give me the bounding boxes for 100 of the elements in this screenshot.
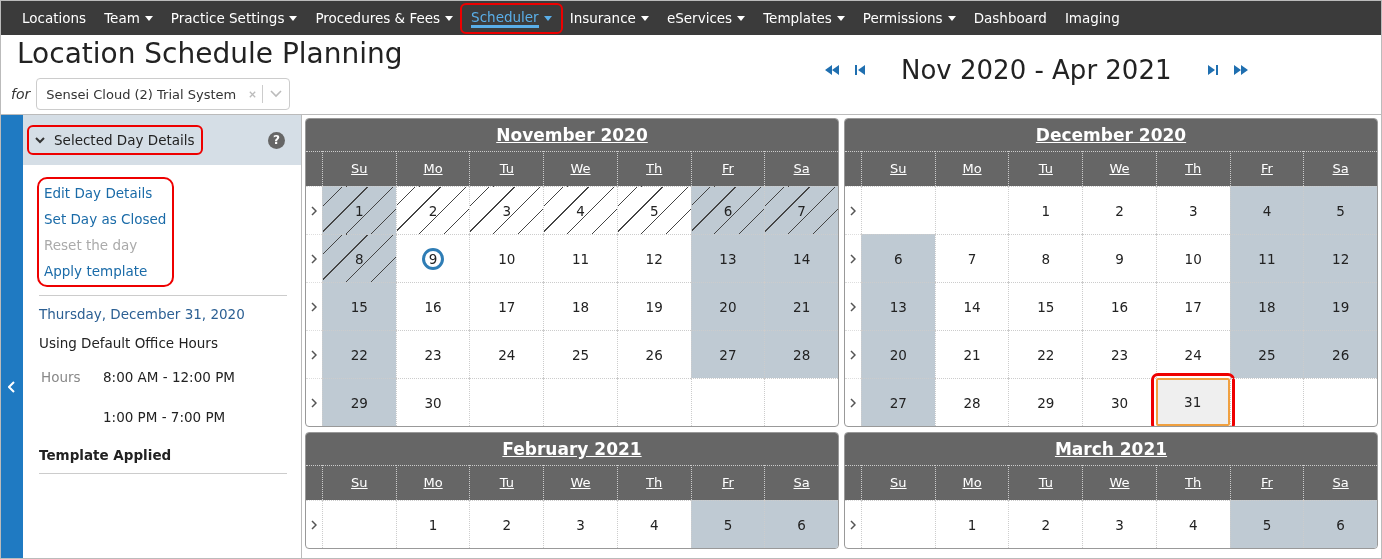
- day-cell[interactable]: 22: [322, 330, 396, 378]
- day-cell[interactable]: 30: [395, 378, 470, 426]
- day-cell[interactable]: 16: [1082, 282, 1156, 330]
- day-cell[interactable]: 5: [1229, 500, 1304, 548]
- day-cell[interactable]: 19: [616, 282, 691, 330]
- day-cell[interactable]: 6: [1303, 500, 1377, 548]
- day-cell[interactable]: 14: [764, 234, 838, 282]
- nav-menu-item[interactable]: Dashboard: [964, 6, 1056, 30]
- weekday-header[interactable]: Th: [1155, 151, 1230, 186]
- chevron-right-icon[interactable]: [311, 253, 317, 264]
- day-cell[interactable]: 3: [469, 186, 544, 234]
- weekday-header[interactable]: Su: [322, 465, 396, 500]
- day-cell[interactable]: 1: [1008, 186, 1083, 234]
- nav-menu-item[interactable]: Templates: [754, 6, 854, 30]
- nav-menu-item[interactable]: Imaging: [1055, 6, 1129, 30]
- weekday-header[interactable]: Mo: [934, 151, 1009, 186]
- day-cell[interactable]: 5: [616, 186, 691, 234]
- weekday-header[interactable]: Fr: [690, 465, 765, 500]
- nav-menu-item[interactable]: Team: [95, 6, 162, 30]
- nav-menu-item[interactable]: Permissions: [853, 6, 965, 30]
- day-cell[interactable]: 13: [861, 282, 935, 330]
- day-cell[interactable]: 21: [934, 330, 1009, 378]
- day-cell[interactable]: 16: [395, 282, 470, 330]
- weekday-header[interactable]: Fr: [1229, 151, 1304, 186]
- day-cell[interactable]: 29: [1008, 378, 1083, 426]
- weekday-header[interactable]: Th: [616, 465, 691, 500]
- section-toggle[interactable]: Selected Day Details: [29, 127, 201, 153]
- double-left-icon[interactable]: [825, 65, 839, 75]
- day-cell[interactable]: 1: [322, 186, 396, 234]
- weekday-header[interactable]: Fr: [690, 151, 765, 186]
- step-right-icon[interactable]: [1207, 65, 1218, 75]
- day-cell[interactable]: 6: [690, 186, 765, 234]
- help-icon[interactable]: ?: [268, 131, 285, 149]
- day-cell[interactable]: 6: [861, 234, 935, 282]
- weekday-header[interactable]: Tu: [1008, 151, 1083, 186]
- day-cell[interactable]: 8: [1008, 234, 1083, 282]
- day-cell[interactable]: 2: [395, 186, 470, 234]
- day-cell[interactable]: 9: [1082, 234, 1156, 282]
- weekday-header[interactable]: We: [1082, 465, 1156, 500]
- day-cell[interactable]: 18: [1229, 282, 1304, 330]
- chevron-right-icon[interactable]: [311, 349, 317, 360]
- weekday-header[interactable]: We: [1082, 151, 1156, 186]
- day-cell[interactable]: 2: [1008, 500, 1083, 548]
- day-cell[interactable]: 10: [1155, 234, 1230, 282]
- day-cell[interactable]: 17: [469, 282, 544, 330]
- day-cell[interactable]: 18: [543, 282, 617, 330]
- day-cell[interactable]: 20: [690, 282, 765, 330]
- chevron-right-icon[interactable]: [311, 519, 317, 530]
- day-cell[interactable]: 15: [322, 282, 396, 330]
- day-cell[interactable]: 3: [1155, 186, 1230, 234]
- day-cell[interactable]: 7: [934, 234, 1009, 282]
- double-right-icon[interactable]: [1233, 65, 1248, 75]
- day-cell[interactable]: 11: [1229, 234, 1304, 282]
- step-left-icon[interactable]: [855, 65, 865, 75]
- day-cell[interactable]: 24: [469, 330, 544, 378]
- nav-menu-item[interactable]: Insurance: [560, 6, 658, 30]
- day-cell[interactable]: 17: [1155, 282, 1230, 330]
- nav-menu-item[interactable]: eServices: [657, 6, 755, 30]
- day-cell[interactable]: 15: [1008, 282, 1083, 330]
- action-link[interactable]: Apply template: [44, 263, 167, 279]
- day-cell[interactable]: 2: [469, 500, 544, 548]
- weekday-header[interactable]: Mo: [395, 151, 470, 186]
- weekday-header[interactable]: We: [543, 151, 617, 186]
- weekday-header[interactable]: Mo: [395, 465, 470, 500]
- chevron-right-icon[interactable]: [850, 253, 856, 264]
- day-cell[interactable]: 19: [1303, 282, 1377, 330]
- day-cell[interactable]: 7: [764, 186, 838, 234]
- chevron-right-icon[interactable]: [850, 397, 856, 408]
- day-cell[interactable]: 4: [1229, 186, 1304, 234]
- day-cell[interactable]: 26: [1303, 330, 1377, 378]
- weekday-header[interactable]: Sa: [1303, 465, 1377, 500]
- day-cell[interactable]: 6: [764, 500, 838, 548]
- day-cell[interactable]: 10: [469, 234, 544, 282]
- day-cell[interactable]: 4: [1155, 500, 1230, 548]
- action-link[interactable]: Set Day as Closed: [44, 211, 167, 227]
- day-cell[interactable]: 26: [616, 330, 691, 378]
- weekday-header[interactable]: Su: [861, 151, 935, 186]
- day-cell[interactable]: 9: [395, 234, 470, 282]
- day-cell[interactable]: 27: [690, 330, 765, 378]
- day-cell[interactable]: 11: [543, 234, 617, 282]
- day-cell[interactable]: 2: [1082, 186, 1156, 234]
- month-title[interactable]: March 2021: [845, 433, 1377, 465]
- weekday-header[interactable]: Tu: [1008, 465, 1083, 500]
- day-cell[interactable]: 27: [861, 378, 935, 426]
- nav-menu-item[interactable]: Practice Settings: [161, 6, 307, 30]
- month-title[interactable]: December 2020: [845, 119, 1377, 151]
- weekday-header[interactable]: Su: [861, 465, 935, 500]
- nav-menu-item[interactable]: Procedures & Fees: [306, 6, 463, 30]
- day-cell[interactable]: 5: [690, 500, 765, 548]
- weekday-header[interactable]: Mo: [934, 465, 1009, 500]
- day-cell[interactable]: 25: [1229, 330, 1304, 378]
- day-cell[interactable]: 1: [934, 500, 1009, 548]
- weekday-header[interactable]: Th: [616, 151, 691, 186]
- chevron-right-icon[interactable]: [311, 301, 317, 312]
- month-title[interactable]: February 2021: [306, 433, 838, 465]
- day-cell[interactable]: 8: [322, 234, 396, 282]
- day-cell[interactable]: 12: [616, 234, 691, 282]
- day-cell[interactable]: 3: [1082, 500, 1156, 548]
- day-cell[interactable]: 21: [764, 282, 838, 330]
- action-link[interactable]: Edit Day Details: [44, 185, 167, 201]
